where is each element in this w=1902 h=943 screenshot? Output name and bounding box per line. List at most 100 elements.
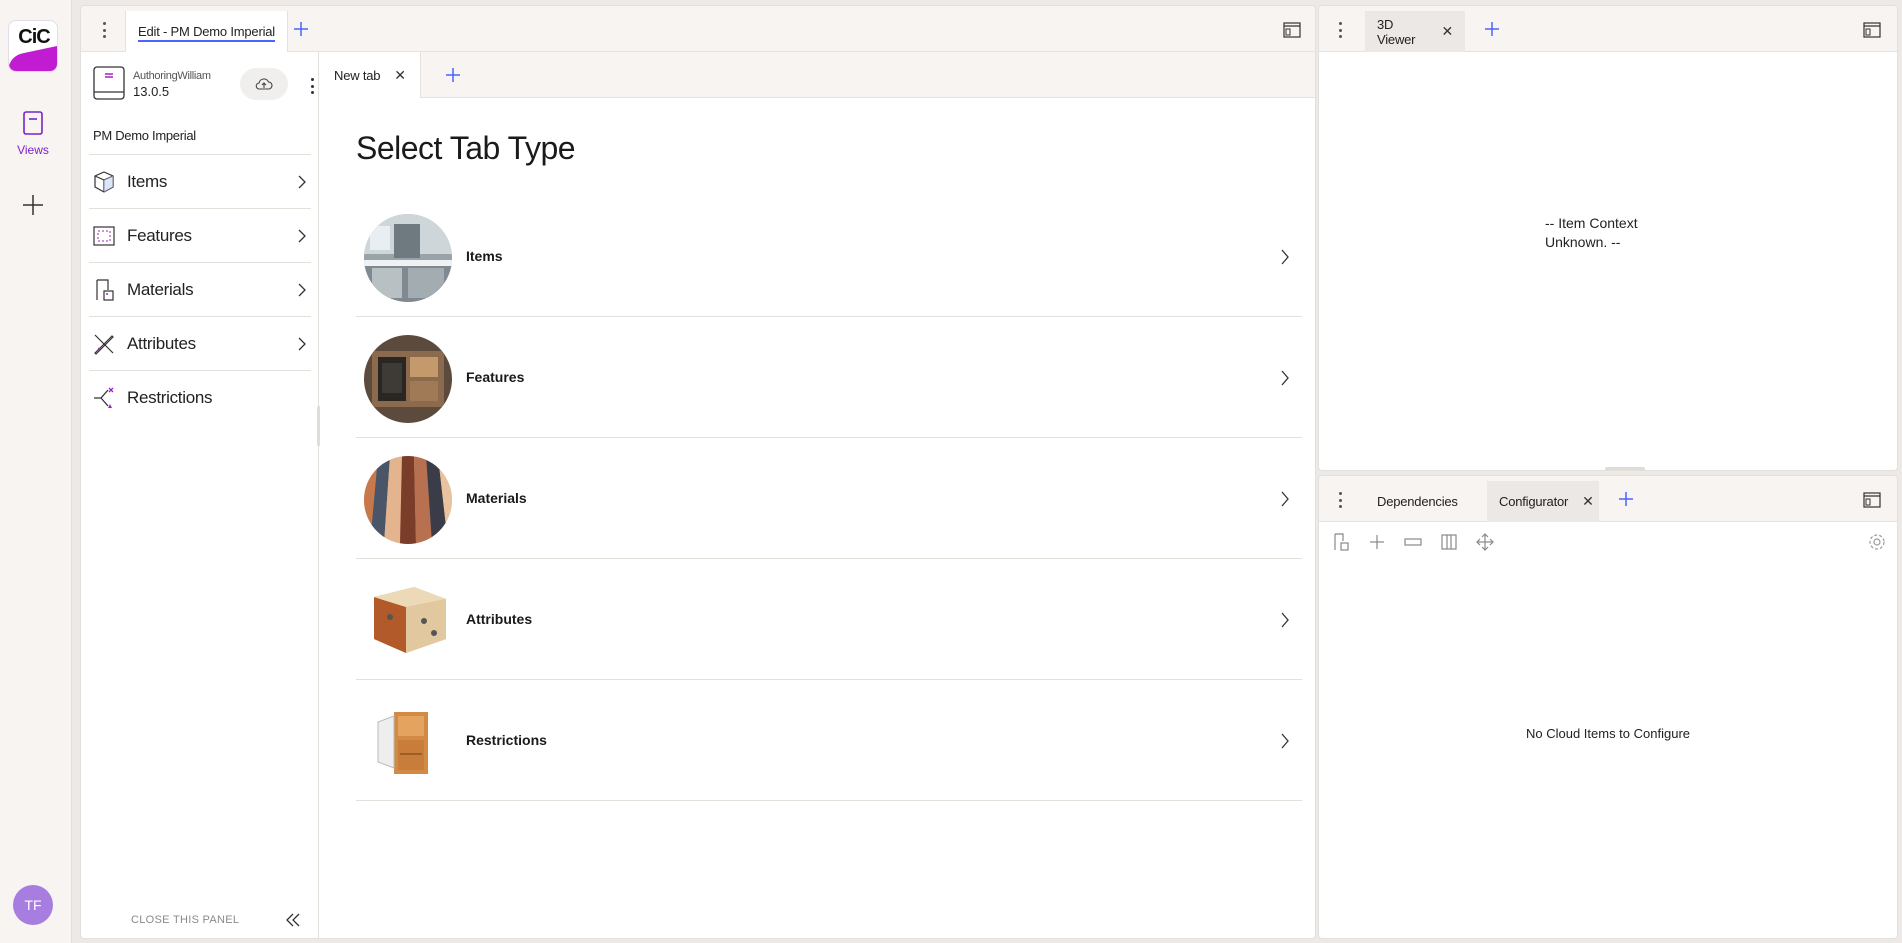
chevron-right-icon	[1281, 733, 1289, 749]
maximize-icon[interactable]	[1863, 492, 1881, 508]
tab-dependencies[interactable]: Dependencies	[1365, 481, 1465, 522]
tab-edit-project[interactable]: Edit - PM Demo Imperial	[125, 11, 288, 52]
minus-tool-icon[interactable]	[1403, 532, 1423, 552]
cube-icon	[91, 169, 117, 195]
viewer-menu-icon[interactable]	[1333, 22, 1347, 38]
add-item-tool-icon[interactable]	[1331, 532, 1351, 552]
settings-gear-icon[interactable]	[1867, 532, 1887, 552]
plus-tool-icon[interactable]	[1367, 532, 1387, 552]
sidebar-item-restrictions[interactable]: Restrictions	[89, 370, 311, 424]
chevron-right-icon	[298, 175, 306, 189]
sidebar-item-features[interactable]: Features	[89, 208, 311, 262]
frame-tool-icon[interactable]	[1439, 532, 1459, 552]
editor-tabbar: Edit - PM Demo Imperial	[81, 6, 1315, 52]
configurator-toolbar	[1319, 522, 1897, 562]
chevron-right-icon	[1281, 249, 1289, 265]
sidebar-nav: Items Features Materials Attributes Rest	[89, 154, 311, 424]
tab-configurator[interactable]: Configurator ✕	[1487, 481, 1599, 522]
config-tabbar: Dependencies Configurator ✕	[1319, 476, 1897, 522]
viewer-panel: 3D Viewer ✕ -- Item Context Unknown. --	[1318, 5, 1898, 471]
inner-tabbar: New tab ✕	[320, 52, 1315, 98]
tab-type-features[interactable]: Features	[356, 317, 1302, 438]
select-tab-content: Select Tab Type Items Features Materials…	[320, 98, 1315, 938]
project-version: 13.0.5	[133, 84, 170, 99]
tab-label: New tab	[334, 67, 381, 83]
sidebar-item-label: Features	[127, 225, 192, 245]
views-label: Views	[17, 143, 49, 157]
tab-type-label: Items	[466, 248, 503, 264]
config-menu-icon[interactable]	[1333, 492, 1347, 508]
chevron-right-icon	[298, 283, 306, 297]
app-rail: CiC Views TF	[0, 0, 72, 943]
viewer-tabbar: 3D Viewer ✕	[1319, 6, 1897, 52]
tab-type-label: Materials	[466, 490, 527, 506]
features-icon	[91, 223, 117, 249]
tab-label: Dependencies	[1377, 494, 1458, 509]
move-tool-icon[interactable]	[1475, 532, 1495, 552]
materials-icon	[91, 277, 117, 303]
close-tab-icon[interactable]: ✕	[1441, 23, 1453, 40]
close-tab-icon[interactable]: ✕	[394, 67, 406, 84]
tab-type-restrictions[interactable]: Restrictions	[356, 680, 1302, 801]
tab-type-attributes[interactable]: Attributes	[356, 559, 1302, 680]
sidebar-item-materials[interactable]: Materials	[89, 262, 311, 316]
cloud-upload-button[interactable]	[240, 68, 288, 100]
tab-label: Configurator	[1499, 494, 1569, 509]
items-thumbnail	[364, 214, 452, 302]
maximize-icon[interactable]	[1863, 22, 1881, 38]
cloud-upload-icon	[255, 78, 273, 90]
attributes-thumbnail	[364, 577, 452, 665]
maximize-icon[interactable]	[1283, 22, 1301, 38]
editor-menu-icon[interactable]	[97, 22, 111, 38]
sidebar-item-attributes[interactable]: Attributes	[89, 316, 311, 370]
add-config-tab-icon[interactable]	[1617, 490, 1635, 508]
sidebar-item-label: Items	[127, 171, 168, 191]
project-header: AuthoringWilliam 13.0.5	[93, 66, 314, 102]
close-panel-link[interactable]: CLOSE THIS PANEL	[131, 914, 239, 926]
tab-type-list: Items Features Materials Attributes Rest…	[356, 196, 1302, 801]
chevron-right-icon	[1281, 491, 1289, 507]
document-icon	[93, 66, 125, 100]
avatar[interactable]: TF	[13, 885, 53, 925]
add-view-icon[interactable]	[20, 192, 46, 218]
active-tab-indicator	[138, 40, 275, 42]
panel-resize-handle[interactable]	[1605, 467, 1645, 470]
context-line-1: -- Item Context	[1545, 215, 1638, 231]
chevron-right-icon	[298, 229, 306, 243]
features-thumbnail	[364, 335, 452, 423]
context-line-2: Unknown. --	[1545, 234, 1621, 250]
double-chevron-left-icon[interactable]	[284, 912, 302, 928]
add-inner-tab-icon[interactable]	[444, 66, 462, 84]
tab-type-materials[interactable]: Materials	[356, 438, 1302, 559]
sidebar-item-label: Attributes	[127, 333, 196, 353]
logo-shape	[9, 45, 57, 71]
sidebar-item-items[interactable]: Items	[89, 154, 311, 208]
project-user: AuthoringWilliam	[133, 70, 211, 82]
tab-type-label: Features	[466, 369, 525, 385]
chevron-right-icon	[1281, 612, 1289, 628]
tab-label: 3D Viewer	[1377, 16, 1416, 47]
restrictions-thumbnail	[364, 698, 452, 786]
tab-type-label: Restrictions	[466, 732, 547, 748]
add-viewer-tab-icon[interactable]	[1483, 20, 1501, 38]
project-name: PM Demo Imperial	[93, 128, 196, 143]
project-menu-icon[interactable]	[307, 78, 317, 94]
attributes-icon	[91, 331, 117, 357]
tab-type-items[interactable]: Items	[356, 196, 1302, 317]
materials-thumbnail	[364, 456, 452, 544]
add-tab-icon[interactable]	[292, 20, 310, 38]
close-tab-icon[interactable]: ✕	[1582, 493, 1594, 510]
chevron-right-icon	[1281, 370, 1289, 386]
cic-logo[interactable]: CiC	[8, 20, 58, 72]
project-sidebar: AuthoringWilliam 13.0.5 PM Demo Imperial…	[81, 52, 319, 938]
sidebar-item-label: Restrictions	[127, 387, 213, 407]
tab-type-label: Attributes	[466, 611, 533, 627]
chevron-right-icon	[298, 337, 306, 351]
sidebar-item-label: Materials	[127, 279, 194, 299]
views-nav[interactable]: Views	[8, 110, 58, 157]
page-title: Select Tab Type	[356, 130, 576, 166]
editor-panel: Edit - PM Demo Imperial AuthoringWilliam…	[80, 5, 1316, 939]
tab-new-tab[interactable]: New tab ✕	[320, 52, 421, 98]
tab-3d-viewer[interactable]: 3D Viewer ✕	[1365, 11, 1465, 52]
book-icon	[23, 111, 43, 135]
